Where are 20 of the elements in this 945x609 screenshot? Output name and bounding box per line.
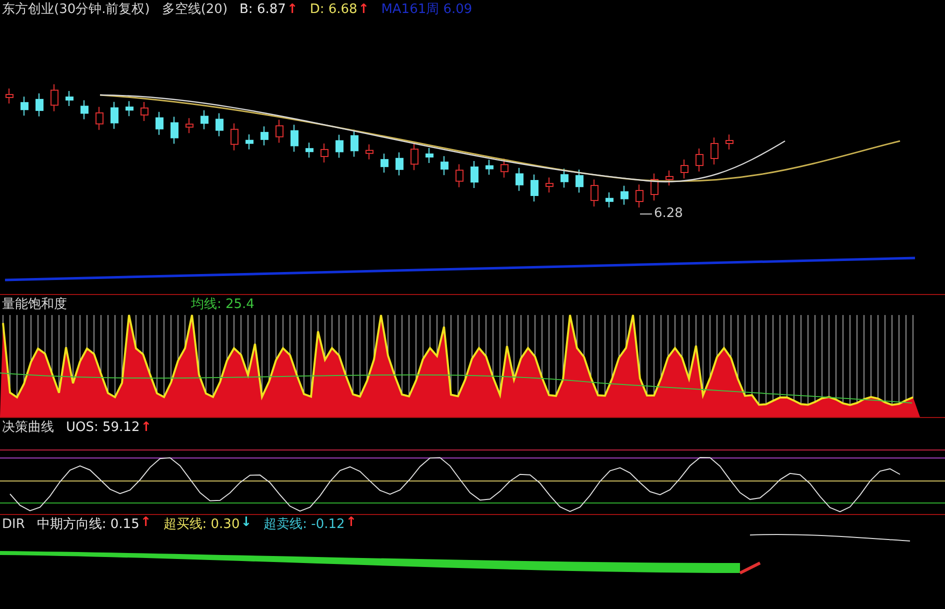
indicator-value: 均线: 25.4 xyxy=(191,296,254,313)
trend-arrow: ↑ xyxy=(140,515,152,532)
indicator-name: 多空线(20) xyxy=(162,1,228,18)
indicator-value: D: 6.68 xyxy=(310,2,358,16)
indicator-value: 中期方向线: 0.15 xyxy=(36,516,140,533)
indicator-value: B: 6.87 xyxy=(240,2,286,16)
chart-title: DIR xyxy=(2,516,25,532)
indicator-value: 超买线: 0.30 xyxy=(163,516,240,533)
low-price-label: 6.28 xyxy=(654,206,683,221)
chart-title: 决策曲线 xyxy=(2,419,54,436)
indicator-value: UOS: 59.12 xyxy=(66,420,140,434)
trend-arrow: ↑ xyxy=(346,515,357,532)
chart-title: 东方创业(30分钟.前复权) xyxy=(2,1,150,18)
trend-arrow: ↓ xyxy=(240,515,252,532)
indicator-value: 超卖线: -0.12 xyxy=(264,516,345,533)
trend-arrow: ↑ xyxy=(286,2,298,16)
indicator-value: MA161周 6.09 xyxy=(381,1,472,18)
trend-arrow: ↑ xyxy=(358,2,370,16)
chart-title: 量能饱和度 xyxy=(2,296,67,313)
trend-arrow: ↑ xyxy=(140,420,152,434)
